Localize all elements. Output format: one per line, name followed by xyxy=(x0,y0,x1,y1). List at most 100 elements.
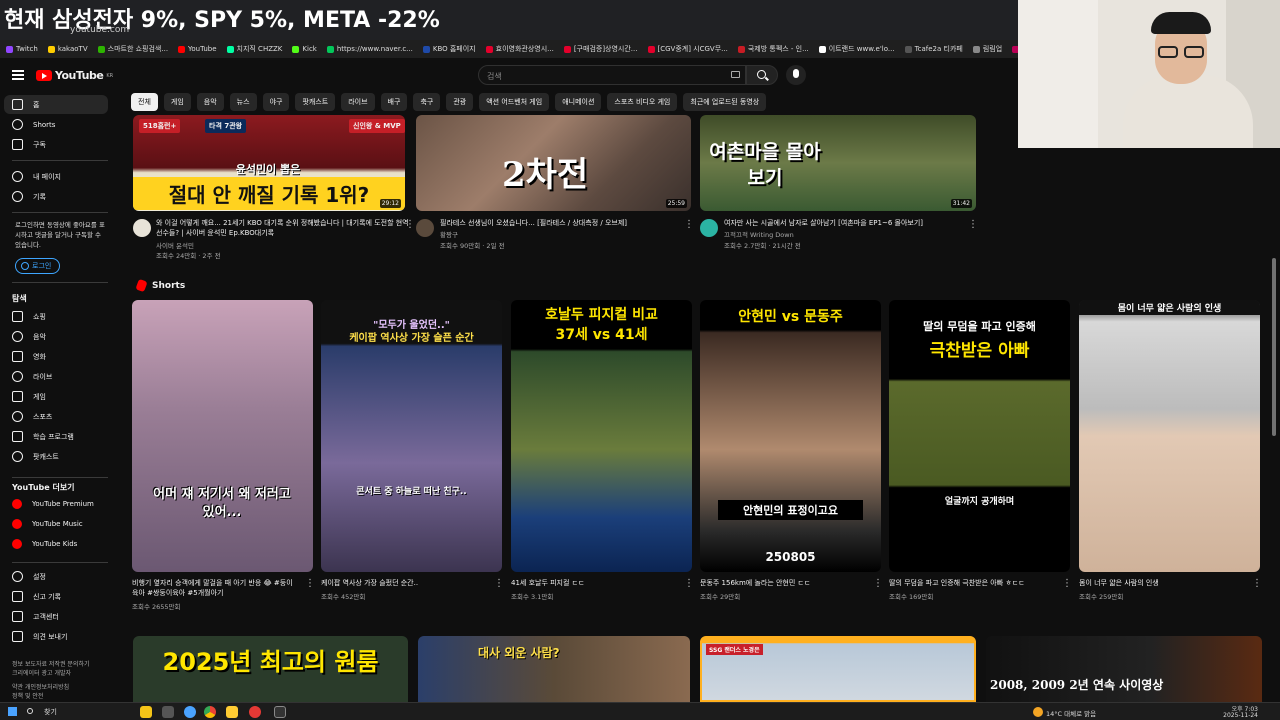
filter-chip[interactable]: 최근에 업로드된 동영상 xyxy=(683,93,767,111)
filter-chip[interactable]: 배구 xyxy=(380,93,408,111)
video-thumbnail[interactable]: 2008, 2009 2년 연속 사이영상 xyxy=(986,636,1262,702)
short-title[interactable]: 몸이 너무 얇은 사람의 인생 xyxy=(1079,578,1244,588)
bookmark-item[interactable]: 스마트한 쇼핑검색... xyxy=(97,44,168,54)
bookmark-item[interactable]: kakaoTV xyxy=(47,45,88,53)
video-title[interactable]: 여자만 사는 시골에서 남자로 살아남기 [여촌마을 EP1~6 몰아보기] xyxy=(724,218,984,228)
more-options-icon[interactable]: ⋮ xyxy=(1252,578,1262,589)
search-input[interactable]: 검색 xyxy=(478,65,746,85)
sidebar-item-more[interactable]: YouTube Premium xyxy=(4,494,108,513)
bookmark-item[interactable]: YouTube xyxy=(178,45,217,53)
sidebar-item-explore[interactable]: 스포츠 xyxy=(4,407,108,426)
bookmark-item[interactable]: 효이영화관상영시... xyxy=(485,44,554,54)
sidebar-item-settings[interactable]: 고객센터 xyxy=(4,607,108,626)
bookmark-item[interactable]: [CGV중계] 시CGV무... xyxy=(647,44,728,54)
short-thumbnail[interactable]: 안현민 vs 문동주 안현민의 표정이고요 250805 xyxy=(700,300,881,572)
weather-text[interactable]: 14°C 대체로 맑음 xyxy=(1046,708,1096,718)
windows-start-icon[interactable] xyxy=(8,707,17,716)
sidebar-item-explore[interactable]: 학습 프로그램 xyxy=(4,427,108,446)
sidebar-item-explore[interactable]: 팟캐스트 xyxy=(4,447,108,466)
sidebar-item-you[interactable]: 내 페이지 xyxy=(4,167,108,186)
more-options-icon[interactable]: ⋮ xyxy=(873,578,883,589)
footer-links[interactable]: 정보 보도자료 저작권 문의하기 xyxy=(12,660,112,669)
chrome-icon[interactable] xyxy=(204,706,216,718)
sidebar-item-explore[interactable]: 쇼핑 xyxy=(4,307,108,326)
copilot-icon[interactable] xyxy=(140,706,152,718)
filter-chip[interactable]: 축구 xyxy=(413,93,441,111)
sidebar-item-subscriptions[interactable]: 구독 xyxy=(4,135,108,154)
short-title[interactable]: 문동주 156km에 놀라는 안현민 ㄷㄷ xyxy=(700,578,865,588)
filter-chip[interactable]: 팟캐스트 xyxy=(295,93,336,111)
login-button[interactable]: 로그인 xyxy=(15,258,60,274)
footer-links[interactable]: 정책 및 안전 xyxy=(12,692,112,701)
filter-chip[interactable]: 게임 xyxy=(163,93,191,111)
short-title[interactable]: 케이팝 역사상 가장 슬펐던 순간.. xyxy=(321,578,486,588)
short-thumbnail[interactable]: 몸이 너무 얇은 사람의 인생 xyxy=(1079,300,1260,572)
more-options-icon[interactable]: ⋮ xyxy=(405,219,415,230)
channel-avatar[interactable] xyxy=(700,219,718,237)
filter-chip[interactable]: 뉴스 xyxy=(229,93,257,111)
more-options-icon[interactable]: ⋮ xyxy=(684,219,694,230)
sidebar-item-settings[interactable]: 설정 xyxy=(4,567,108,586)
video-thumbnail[interactable]: SSG 랜더스 노경은 xyxy=(700,636,976,702)
search-icon[interactable] xyxy=(27,708,33,714)
filter-chip[interactable]: 액션 어드벤처 게임 xyxy=(479,93,550,111)
scrollbar[interactable] xyxy=(1272,258,1276,436)
sidebar-item-settings[interactable]: 의견 보내기 xyxy=(4,627,108,646)
more-options-icon[interactable]: ⋮ xyxy=(968,219,978,230)
video-thumbnail[interactable]: 대사 외운 사람? xyxy=(418,636,690,702)
youtube-logo[interactable]: YouTube KR xyxy=(36,69,113,82)
bookmark-item[interactable]: Tcafe2a 티카페 xyxy=(904,44,963,54)
bookmark-item[interactable]: 림림업 xyxy=(972,44,1002,54)
sidebar-item-explore[interactable]: 영화 xyxy=(4,347,108,366)
search-button[interactable] xyxy=(746,65,778,85)
more-options-icon[interactable]: ⋮ xyxy=(305,578,315,589)
bookmark-item[interactable]: [구매검증]상영시간... xyxy=(563,44,638,54)
filter-chip[interactable]: 라이브 xyxy=(341,93,375,111)
sidebar-item-more[interactable]: YouTube Music xyxy=(4,514,108,533)
channel-avatar[interactable] xyxy=(416,219,434,237)
video-thumbnail[interactable]: 여촌마을 몰아보기 31:42 xyxy=(700,115,976,211)
footer-links[interactable]: 크리에이터 광고 개발자 xyxy=(12,669,112,678)
more-options-icon[interactable]: ⋮ xyxy=(684,578,694,589)
short-thumbnail[interactable]: 딸의 무덤을 파고 인증해 극찬받은 아빠 얼굴까지 공개하며 xyxy=(889,300,1070,572)
taskbar-search[interactable]: 찾기 xyxy=(44,707,57,717)
bookmark-item[interactable]: Kick xyxy=(292,45,317,53)
filter-chip[interactable]: 애니메이션 xyxy=(555,93,602,111)
app-icon[interactable] xyxy=(274,706,286,718)
app-icon[interactable] xyxy=(249,706,261,718)
short-thumbnail[interactable]: 어머 쟤 저기서 왜 저러고 있어... xyxy=(132,300,313,572)
filter-chip[interactable]: 음악 xyxy=(196,93,224,111)
short-thumbnail[interactable]: 호날두 피지컬 비교 37세 vs 41세 xyxy=(511,300,692,572)
short-title[interactable]: 딸의 무덤을 파고 인증해 극찬받은 아빠 ㅎㄷㄷ xyxy=(889,578,1054,588)
footer-links[interactable]: 약관 개인정보처리방침 xyxy=(12,683,112,692)
channel-name[interactable]: 끄적끄적 Writing Down xyxy=(724,230,794,240)
sidebar-item-history[interactable]: 기록 xyxy=(4,187,108,206)
video-thumbnail[interactable]: 2025년 최고의 원룸 xyxy=(133,636,408,702)
keyboard-icon[interactable] xyxy=(731,71,740,78)
channel-avatar[interactable] xyxy=(133,219,151,237)
voice-search-icon[interactable] xyxy=(786,65,806,85)
bookmark-item[interactable]: Twitch xyxy=(6,45,38,53)
video-title[interactable]: 와 이걸 어떻게 깨요... 21세기 KBO 대기록 순위 정해봤습니다 | … xyxy=(156,218,416,238)
video-thumbnail[interactable]: 518홈런+ 타격 7관왕 신인왕 & MVP 윤석민이 뽑은 절대 안 깨질 … xyxy=(133,115,405,211)
channel-name[interactable]: 사이버 윤석민 xyxy=(156,241,194,251)
bookmark-item[interactable]: 치지직 CHZZK xyxy=(226,44,282,54)
folder-icon[interactable] xyxy=(226,706,238,718)
filter-chip[interactable]: 관광 xyxy=(446,93,474,111)
sidebar-item-shorts[interactable]: Shorts xyxy=(4,115,108,134)
more-options-icon[interactable]: ⋮ xyxy=(1062,578,1072,589)
bookmark-item[interactable]: 국제방 통펙스 - 인... xyxy=(737,44,809,54)
video-thumbnail[interactable]: 2차전 25:59 xyxy=(416,115,691,211)
more-options-icon[interactable]: ⋮ xyxy=(494,578,504,589)
edge-icon[interactable] xyxy=(184,706,196,718)
filter-chip[interactable]: 전체 xyxy=(131,93,158,111)
bookmark-item[interactable]: 이트랜드 www.e'lo... xyxy=(818,44,895,54)
sidebar-item-home[interactable]: 홈 xyxy=(4,95,108,114)
sidebar-item-explore[interactable]: 음악 xyxy=(4,327,108,346)
filter-chip[interactable]: 야구 xyxy=(262,93,290,111)
bookmark-item[interactable]: KBO 홈페이지 xyxy=(422,44,476,54)
short-thumbnail[interactable]: "모두가 울었던.." 케이팝 역사상 가장 슬픈 순간 콘서트 중 하늘로 떠… xyxy=(321,300,502,572)
sidebar-item-explore[interactable]: 게임 xyxy=(4,387,108,406)
taskview-icon[interactable] xyxy=(162,706,174,718)
short-title[interactable]: 41세 호날두 피지컬 ㄷㄷ xyxy=(511,578,676,588)
